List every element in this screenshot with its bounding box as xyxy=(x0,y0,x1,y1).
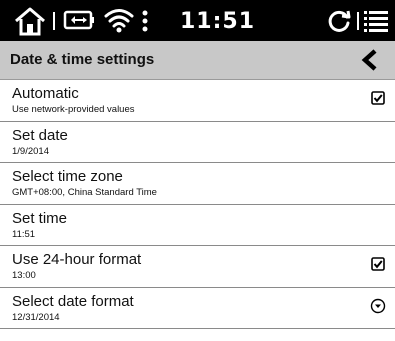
refresh-icon[interactable] xyxy=(327,9,351,33)
checkbox-checked-icon[interactable] xyxy=(371,91,385,105)
back-icon[interactable] xyxy=(359,48,381,72)
setting-summary: 11:51 xyxy=(12,228,36,240)
battery-icon xyxy=(63,10,95,30)
setting-set-time[interactable]: Set time 11:51 xyxy=(0,205,395,246)
setting-label: Automatic xyxy=(12,85,79,102)
setting-summary: 1/9/2014 xyxy=(12,145,49,157)
settings-list: Automatic Use network-provided values Se… xyxy=(0,80,395,329)
setting-summary: GMT+08:00, China Standard Time xyxy=(12,187,157,198)
setting-label: Select date format xyxy=(12,292,134,310)
setting-summary: 13:00 xyxy=(12,270,36,281)
setting-label: Select time zone xyxy=(12,168,123,185)
setting-automatic[interactable]: Automatic Use network-provided values xyxy=(0,80,395,122)
title-bar: Date & time settings xyxy=(0,41,395,80)
setting-time-zone[interactable]: Select time zone GMT+08:00, China Standa… xyxy=(0,163,395,205)
dropdown-icon[interactable] xyxy=(370,298,386,314)
page-title: Date & time settings xyxy=(10,51,155,68)
setting-set-date[interactable]: Set date 1/9/2014 xyxy=(0,122,395,163)
wifi-icon xyxy=(104,7,134,33)
setting-label: Set date xyxy=(12,126,68,144)
overflow-menu-icon[interactable] xyxy=(140,9,150,33)
setting-date-format[interactable]: Select date format 12/31/2014 xyxy=(0,288,395,329)
setting-label: Set time xyxy=(12,209,68,227)
home-icon[interactable] xyxy=(14,6,46,36)
setting-label: Use 24-hour format xyxy=(12,251,142,268)
status-separator xyxy=(357,12,359,30)
status-time: 11:51 xyxy=(180,9,256,34)
setting-summary: 12/31/2014 xyxy=(12,311,60,323)
checkbox-checked-icon[interactable] xyxy=(371,257,385,271)
menu-icon[interactable] xyxy=(364,10,388,32)
setting-summary: Use network-provided values xyxy=(12,104,135,115)
setting-24-hour[interactable]: Use 24-hour format 13:00 xyxy=(0,246,395,288)
status-bar: 11:51 xyxy=(0,0,395,41)
status-separator xyxy=(53,12,55,30)
